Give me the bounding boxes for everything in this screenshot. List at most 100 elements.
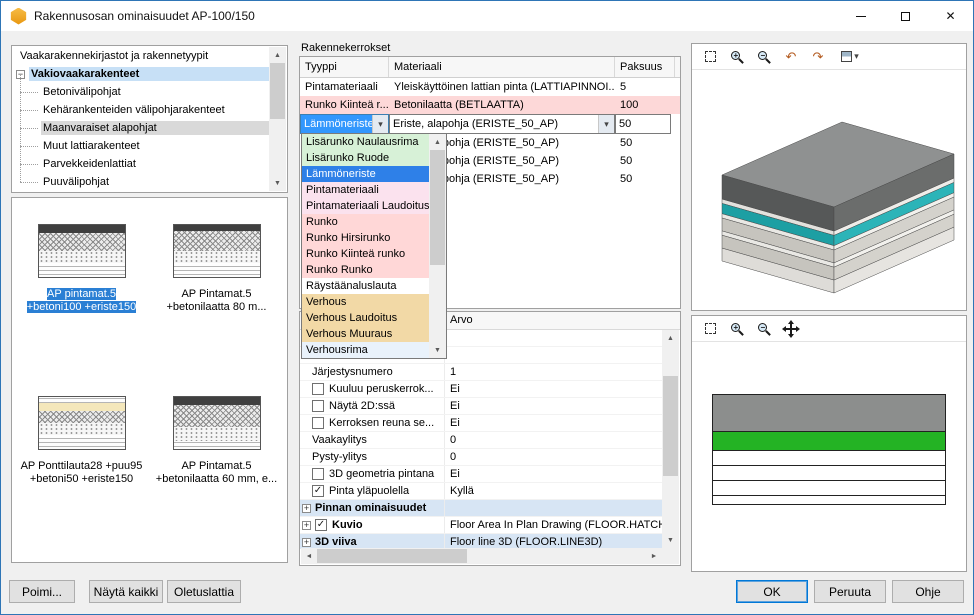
dropdown-item-runko[interactable]: Runko [302,214,429,230]
paksuus-input[interactable] [615,114,671,134]
zoom-out-button[interactable]: − [753,319,775,339]
dropdown-item-lisarunko-naulausrima[interactable]: Lisärunko Naulausrima [302,134,429,150]
poimi-button[interactable]: Poimi... [9,580,75,603]
checkbox-unchecked[interactable] [312,383,324,395]
checkbox-checked[interactable]: ✓ [312,485,324,497]
dropdown-item-runko-hirsirunko[interactable]: Runko Hirsirunko [302,230,429,246]
scrollbar-track[interactable] [269,63,286,175]
nayta-kaikki-button[interactable]: Näytä kaikki [89,580,163,603]
property-group-pinnan-ominaisuudet[interactable]: +Pinnan ominaisuudet [300,500,663,517]
expand-icon[interactable]: + [302,504,311,513]
zoom-in-button[interactable]: + [726,319,748,339]
scroll-down-button[interactable]: ▼ [269,175,286,191]
peruuta-button[interactable]: Peruuta [814,580,886,603]
scrollbar-track[interactable] [317,548,646,564]
checkbox-checked[interactable]: ✓ [315,519,327,531]
tyyppi-combobox-dropdown-button[interactable]: ▾ [372,115,388,133]
dropdown-item-verhousrima[interactable]: Verhousrima [302,342,429,358]
tree-item-puuvalipohjat[interactable]: Puuvälipohjat [13,173,269,191]
property-row-kerroksen-reuna[interactable]: Kerroksen reuna se... Ei [300,415,663,432]
property-row-vaakaylitys[interactable]: Vaakaylitys 0 [300,432,663,449]
zoom-out-button[interactable]: − [753,47,775,67]
dropdown-item-raystaanaluslauta[interactable]: Räystäänaluslauta [302,278,429,294]
close-button[interactable]: ✕ [928,1,973,31]
minimize-button[interactable] [838,1,883,31]
titlebar[interactable]: Rakennusosan ominaisuudet AP-100/150 ✕ [1,1,973,31]
column-header-tyyppi[interactable]: Tyyppi [300,57,389,77]
tree-item-parvekkeidenlattiat[interactable]: Parvekkeidenlattiat [13,155,269,173]
thumbnail-ap-pintamat5-betonilaatta-80[interactable]: AP Pintamat.5 +betonilaatta 80 m... [149,210,284,382]
scrollbar-thumb[interactable] [663,376,678,476]
dropdown-scrollbar[interactable]: ▲ ▼ [429,134,446,358]
property-row-3d-geometria[interactable]: 3D geometria pintana Ei [300,466,663,483]
column-header-paksuus[interactable]: Paksuus [615,57,675,77]
dropdown-item-lisarunko-ruode[interactable]: Lisärunko Ruode [302,150,429,166]
tree-item-keharankenteiden-valipohjarakenteet[interactable]: Kehärankenteiden välipohjarakenteet [13,101,269,119]
layer-row-runko[interactable]: Runko Kiinteä r... Betonilaatta (BETLAAT… [300,96,680,114]
tree-item-maanvaraiset-alapohjat[interactable]: Maanvaraiset alapohjat [13,119,269,137]
tyyppi-combobox[interactable]: Lämmöneriste ▾ [300,114,389,134]
dropdown-item-pintamateriaali-laudoitus[interactable]: Pintamateriaali Laudoitus [302,198,429,214]
dropdown-item-runko-runko[interactable]: Runko Runko [302,262,429,278]
scroll-up-button[interactable]: ▲ [429,134,446,150]
scrollbar-thumb[interactable] [317,549,467,563]
scrollbar-track[interactable] [662,346,679,532]
preview-2d-canvas[interactable] [692,394,966,505]
oletuslattia-button[interactable]: Oletuslattia [167,580,241,603]
rotate-right-button[interactable]: ↷ [807,47,829,67]
property-row-kuuluu-peruskerrokseen[interactable]: Kuuluu peruskerrok... Ei [300,381,663,398]
scrollbar-track[interactable] [429,150,446,342]
tree-group-vakiovaakarakenteet[interactable]: − Vakiovaakarakenteet [13,65,269,83]
ok-button[interactable]: OK [736,580,808,603]
materiaali-combobox[interactable]: Eriste, alapohja (ERISTE_50_AP) ▾ [389,114,615,134]
maximize-button[interactable] [883,1,928,31]
property-grid-hscrollbar[interactable]: ◄ ► [301,548,662,564]
thumbnail-ap-pintamat5-betonilaatta-60[interactable]: AP Pintamat.5 +betonilaatta 60 mm, e... [149,382,284,554]
dropdown-item-verhous-laudoitus[interactable]: Verhous Laudoitus [302,310,429,326]
zoom-window-button[interactable] [699,47,721,67]
property-grid-vscrollbar[interactable]: ▲ ▼ [662,330,679,548]
dropdown-item-pintamateriaali[interactable]: Pintamateriaali [302,182,429,198]
pan-button[interactable] [780,319,802,339]
rotate-left-button[interactable]: ↶ [780,47,802,67]
tree-item-betonivalipohjat[interactable]: Betonivälipohjat [13,83,269,101]
checkbox-unchecked[interactable] [312,400,324,412]
zoom-window-button[interactable] [699,319,721,339]
scroll-up-button[interactable]: ▲ [269,47,286,63]
property-value: Ei [445,415,663,431]
scrollbar-thumb[interactable] [430,150,445,265]
tree-scrollbar[interactable]: ▲ ▼ [269,47,286,191]
property-row-jarjestysnumero[interactable]: Järjestysnumero 1 [300,364,663,381]
view-mode-button[interactable]: ▾ [834,47,866,67]
checkbox-unchecked[interactable] [312,468,324,480]
scrollbar-thumb[interactable] [270,63,285,119]
layer-row-pintamateriaali[interactable]: Pintamateriaali Yleiskäyttöinen lattian … [300,78,680,96]
expand-icon[interactable]: + [302,538,311,547]
expand-icon[interactable]: + [302,521,311,530]
materiaali-combobox-dropdown-button[interactable]: ▾ [598,115,614,133]
column-header-materiaali[interactable]: Materiaali [389,57,615,77]
scroll-up-button[interactable]: ▲ [662,330,679,346]
tree-root-item[interactable]: Vaakarakennekirjastot ja rakennetyypit [13,47,269,65]
preview-3d-canvas[interactable] [692,70,966,313]
thumbnail-ap-pintamat5-betoni100-eriste150[interactable]: AP pintamat.5 +betoni100 +eriste150 [14,210,149,382]
property-row-pysty-ylitys[interactable]: Pysty-ylitys 0 [300,449,663,466]
scroll-left-button[interactable]: ◄ [301,548,317,564]
thumbnail-ap-ponttilauta28-puu95-betoni50-eriste150[interactable]: AP Ponttilauta28 +puu95 +betoni50 +erist… [14,382,149,554]
property-row-3d-viiva[interactable]: +3D viiva Floor line 3D (FLOOR.LINE3D) [300,534,663,549]
dropdown-item-verhous[interactable]: Verhous [302,294,429,310]
dropdown-item-verhous-muuraus[interactable]: Verhous Muuraus [302,326,429,342]
scroll-down-button[interactable]: ▼ [429,342,446,358]
dropdown-item-lammoneriste-selected[interactable]: Lämmöneriste [302,166,429,182]
property-row-nayta-2d[interactable]: Näytä 2D:ssä Ei [300,398,663,415]
zoom-in-button[interactable]: + [726,47,748,67]
scroll-right-button[interactable]: ► [646,548,662,564]
tree-item-muut-lattiarakenteet[interactable]: Muut lattiarakenteet [13,137,269,155]
checkbox-unchecked[interactable] [312,417,324,429]
scroll-down-button[interactable]: ▼ [662,532,679,548]
property-row-kuvio[interactable]: +✓Kuvio Floor Area In Plan Drawing (FLOO… [300,517,663,534]
dropdown-item-runko-kiintea-runko[interactable]: Runko Kiinteä runko [302,246,429,262]
structure-preview-image [173,224,261,278]
property-row-pinta-ylapuolella[interactable]: ✓Pinta yläpuolella Kyllä [300,483,663,500]
ohje-button[interactable]: Ohje [892,580,964,603]
